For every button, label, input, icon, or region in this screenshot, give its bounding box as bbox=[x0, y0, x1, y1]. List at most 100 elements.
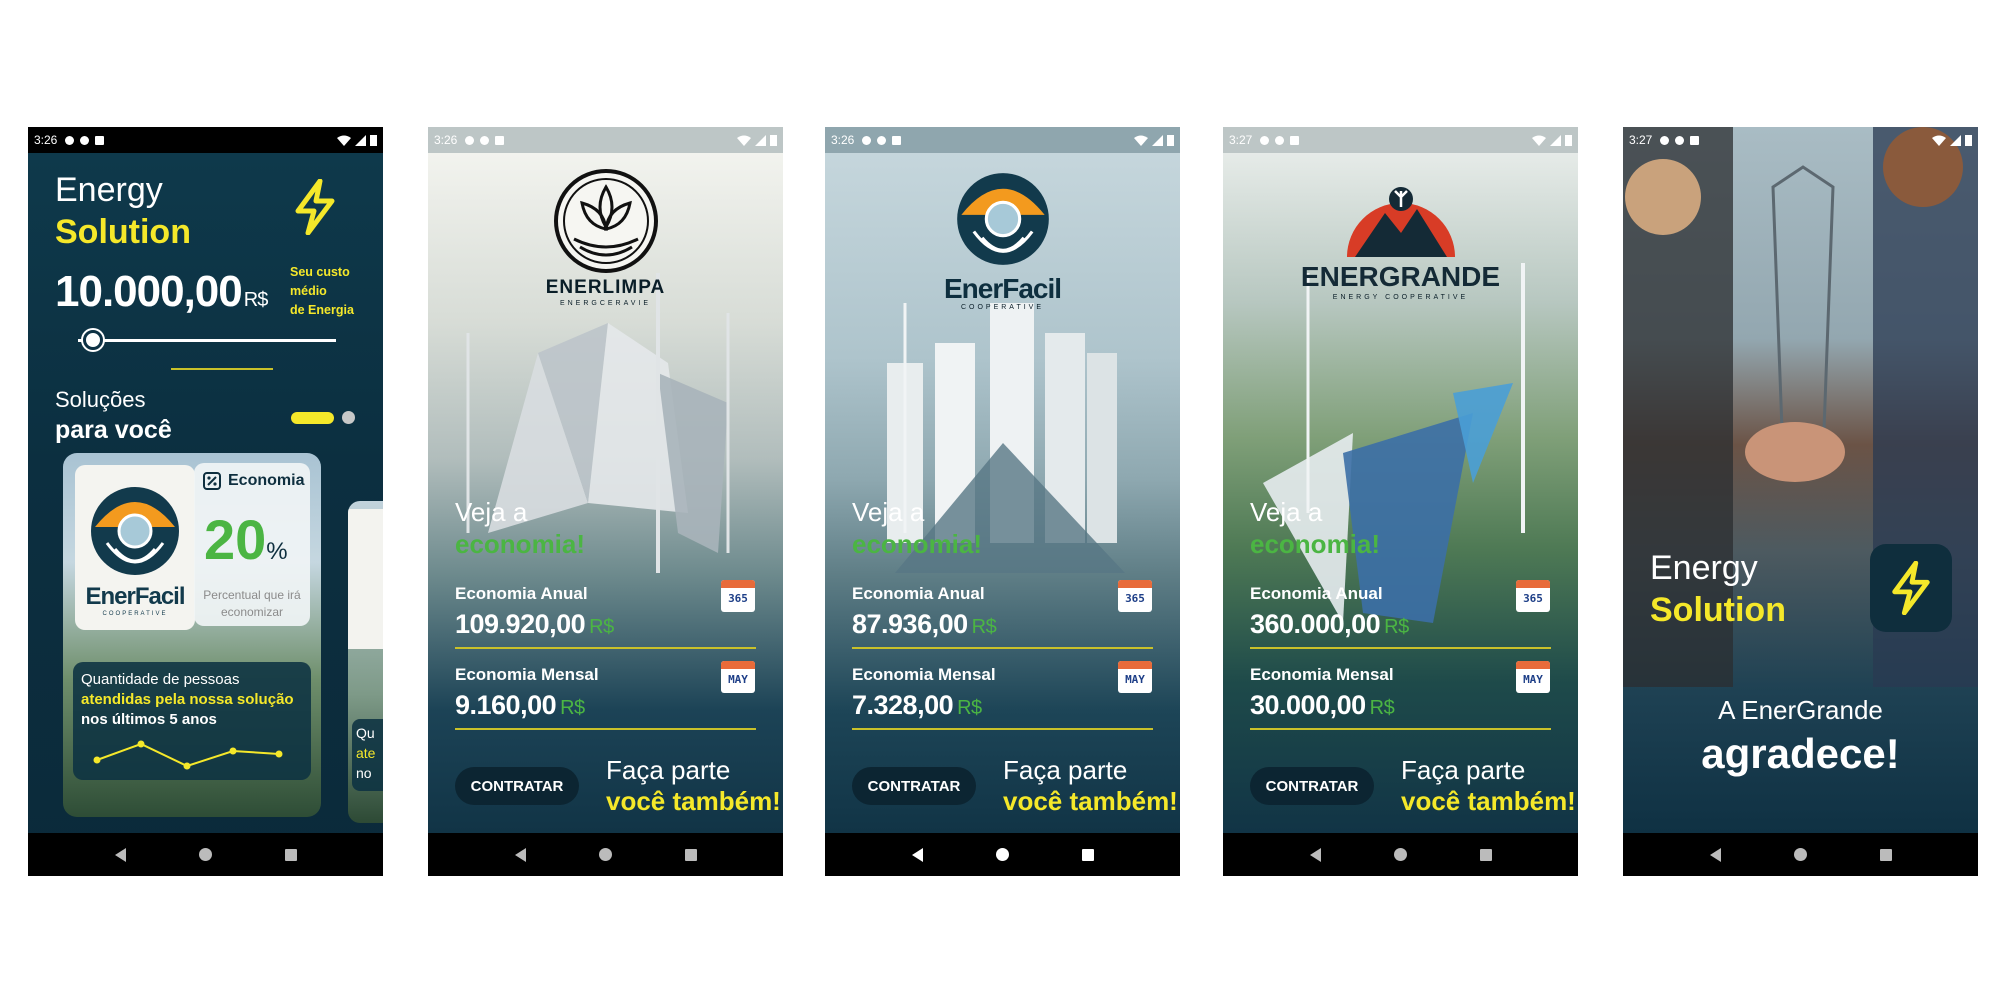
intro-line2: economia! bbox=[852, 529, 983, 559]
section-title-line2: para você bbox=[55, 416, 172, 444]
app-title-line2: Solution bbox=[55, 213, 191, 251]
home-icon[interactable] bbox=[1793, 848, 1807, 861]
signal-icon bbox=[355, 134, 366, 146]
monthly-label: Economia Mensal bbox=[455, 665, 599, 684]
solution-card-next[interactable]: Qu ate no bbox=[348, 501, 383, 823]
annual-currency: R$ bbox=[971, 616, 997, 638]
economy-caption: Percentual que irá economizar bbox=[198, 587, 306, 621]
section-title: Soluções para você bbox=[55, 385, 172, 445]
card-brand-sub: COOPERATIVE bbox=[102, 611, 168, 617]
battery-icon bbox=[1965, 135, 1972, 146]
card-text-line: no bbox=[356, 765, 372, 781]
status-time: 3:26 bbox=[831, 133, 855, 147]
price-amount: 10.000,00 bbox=[55, 267, 243, 316]
sparkline bbox=[93, 740, 283, 770]
cost-slider-track[interactable] bbox=[78, 339, 336, 342]
nav-bar bbox=[28, 833, 383, 876]
recents-icon[interactable] bbox=[284, 848, 297, 861]
intro-line1: Veja a bbox=[455, 497, 528, 527]
status-bar: 3:26 bbox=[825, 127, 1180, 153]
calendar-icon: MAY bbox=[1516, 661, 1550, 693]
intro-heading: Veja a economia! bbox=[1250, 496, 1380, 560]
cost-slider-thumb[interactable] bbox=[83, 330, 104, 350]
thanks-line2: agradece! bbox=[1701, 730, 1900, 777]
monthly-currency: R$ bbox=[560, 697, 585, 719]
home-icon[interactable] bbox=[198, 848, 212, 861]
nav-bar bbox=[825, 833, 1180, 876]
recents-icon[interactable] bbox=[1479, 848, 1492, 861]
annual-amount: 109.920,00 bbox=[455, 609, 586, 639]
brand-sub: COOPERATIVE bbox=[960, 304, 1045, 311]
calendar-label: MAY bbox=[728, 673, 748, 686]
cta-line2: você também! bbox=[606, 786, 781, 816]
back-icon[interactable] bbox=[514, 847, 526, 862]
calendar-label: 365 bbox=[1125, 592, 1145, 605]
annual-currency: R$ bbox=[1384, 616, 1409, 638]
discount-icon bbox=[203, 472, 221, 490]
card-text-line: ate bbox=[356, 745, 376, 761]
average-cost-value: 10.000,00 R$ bbox=[55, 267, 268, 317]
back-icon[interactable] bbox=[1309, 847, 1321, 862]
annual-amount: 87.936,00 bbox=[852, 609, 968, 639]
carousel-dot-active[interactable] bbox=[291, 411, 334, 424]
cooperative-logo bbox=[428, 169, 783, 278]
phone-screen-energrande: 3:27 ENERGRANDE ENERGY COOPERATIVE Veja … bbox=[1223, 127, 1578, 876]
recents-icon[interactable] bbox=[684, 848, 697, 861]
chart-text-line2: atendidas pela nossa solução bbox=[81, 691, 294, 708]
recents-icon[interactable] bbox=[1081, 848, 1094, 861]
card-text-preview: Qu ate no bbox=[352, 719, 383, 791]
brand-name: EnerFacil bbox=[943, 273, 1062, 304]
calendar-label: MAY bbox=[1125, 673, 1145, 686]
cta-line2: você também! bbox=[1401, 786, 1576, 816]
status-bar: 3:27 bbox=[1623, 127, 1978, 153]
thanks-line1: A EnerGrande bbox=[1718, 695, 1883, 725]
app-title-line2: Solution bbox=[1650, 591, 1786, 629]
app-title-line1: Energy bbox=[1650, 549, 1758, 587]
monthly-currency: R$ bbox=[1369, 697, 1395, 719]
status-bar: 3:26 bbox=[428, 127, 783, 153]
section-title-line1: Soluções bbox=[55, 387, 146, 412]
divider bbox=[455, 647, 756, 649]
battery-icon bbox=[770, 135, 777, 146]
calendar-icon: 365 bbox=[1516, 580, 1550, 612]
app-title-line1: Energy bbox=[55, 171, 163, 209]
back-icon[interactable] bbox=[114, 847, 126, 862]
divider bbox=[852, 647, 1153, 649]
sparkline-point bbox=[183, 762, 191, 770]
cooperative-logo bbox=[348, 509, 383, 649]
card-text-line: Qu bbox=[356, 725, 375, 741]
phone-screen-thanks: 3:27 Energy Solution A EnerGrande agrade… bbox=[1623, 127, 1978, 876]
signal-icon bbox=[1950, 134, 1961, 146]
cta-text: Faça parte você também! bbox=[1401, 755, 1576, 817]
back-icon[interactable] bbox=[1709, 847, 1721, 862]
contratar-button[interactable]: CONTRATAR bbox=[455, 767, 579, 805]
nav-bar bbox=[1623, 833, 1978, 876]
status-time: 3:26 bbox=[34, 133, 58, 147]
back-icon[interactable] bbox=[911, 847, 923, 862]
app-title: Energy Solution bbox=[55, 169, 191, 253]
calendar-icon: MAY bbox=[1118, 661, 1152, 693]
sd-card-icon bbox=[95, 135, 105, 145]
contratar-button[interactable]: CONTRATAR bbox=[852, 767, 976, 805]
annual-currency: R$ bbox=[589, 616, 614, 638]
sd-card-icon bbox=[892, 135, 902, 145]
home-icon[interactable] bbox=[1393, 848, 1407, 861]
signal-icon bbox=[1152, 134, 1163, 146]
home-icon[interactable] bbox=[995, 848, 1009, 861]
thanks-message: A EnerGrande agradece! bbox=[1623, 695, 1978, 778]
contratar-button[interactable]: CONTRATAR bbox=[1250, 767, 1374, 805]
carousel-indicator[interactable] bbox=[291, 411, 355, 424]
carousel-dot[interactable] bbox=[342, 411, 355, 424]
mountain-logo-icon bbox=[1346, 187, 1455, 257]
annual-value: 360.000,00 R$ bbox=[1250, 609, 1409, 640]
calendar-label: 365 bbox=[728, 592, 748, 605]
divider bbox=[1250, 647, 1551, 649]
wifi-icon bbox=[1134, 135, 1148, 146]
people-served-chart: Quantidade de pessoas atendidas pela nos… bbox=[73, 662, 311, 780]
annual-value: 87.936,00 R$ bbox=[852, 609, 997, 640]
solution-card-enerfacil[interactable]: EnerFacil COOPERATIVE Economia 20% Perce… bbox=[63, 453, 321, 817]
sd-card-icon bbox=[495, 135, 505, 145]
annual-label: Economia Anual bbox=[852, 584, 985, 603]
home-icon[interactable] bbox=[598, 848, 612, 861]
recents-icon[interactable] bbox=[1879, 848, 1892, 861]
